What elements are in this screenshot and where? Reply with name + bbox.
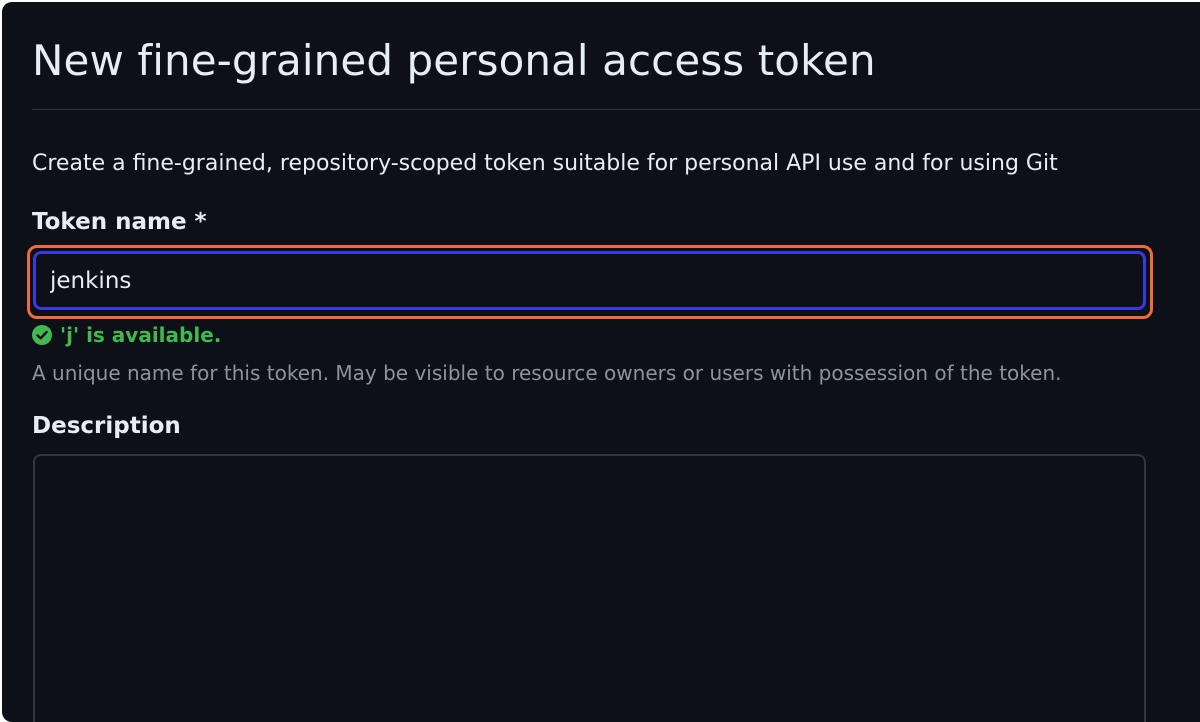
- token-form-panel: New fine-grained personal access token C…: [2, 2, 1200, 722]
- token-name-hint: A unique name for this token. May be vis…: [32, 361, 1062, 385]
- description-label: Description: [32, 413, 181, 439]
- description-textarea[interactable]: [33, 454, 1146, 722]
- intro-text: Create a fine-grained, repository-scoped…: [32, 151, 1058, 176]
- availability-status: 'j' is available.: [32, 320, 221, 350]
- token-name-label: Token name *: [32, 209, 207, 235]
- page-title: New fine-grained personal access token: [32, 36, 876, 85]
- token-name-input[interactable]: [33, 251, 1146, 310]
- title-divider: [32, 109, 1200, 110]
- check-circle-icon: [32, 325, 52, 345]
- availability-text: 'j' is available.: [60, 323, 222, 347]
